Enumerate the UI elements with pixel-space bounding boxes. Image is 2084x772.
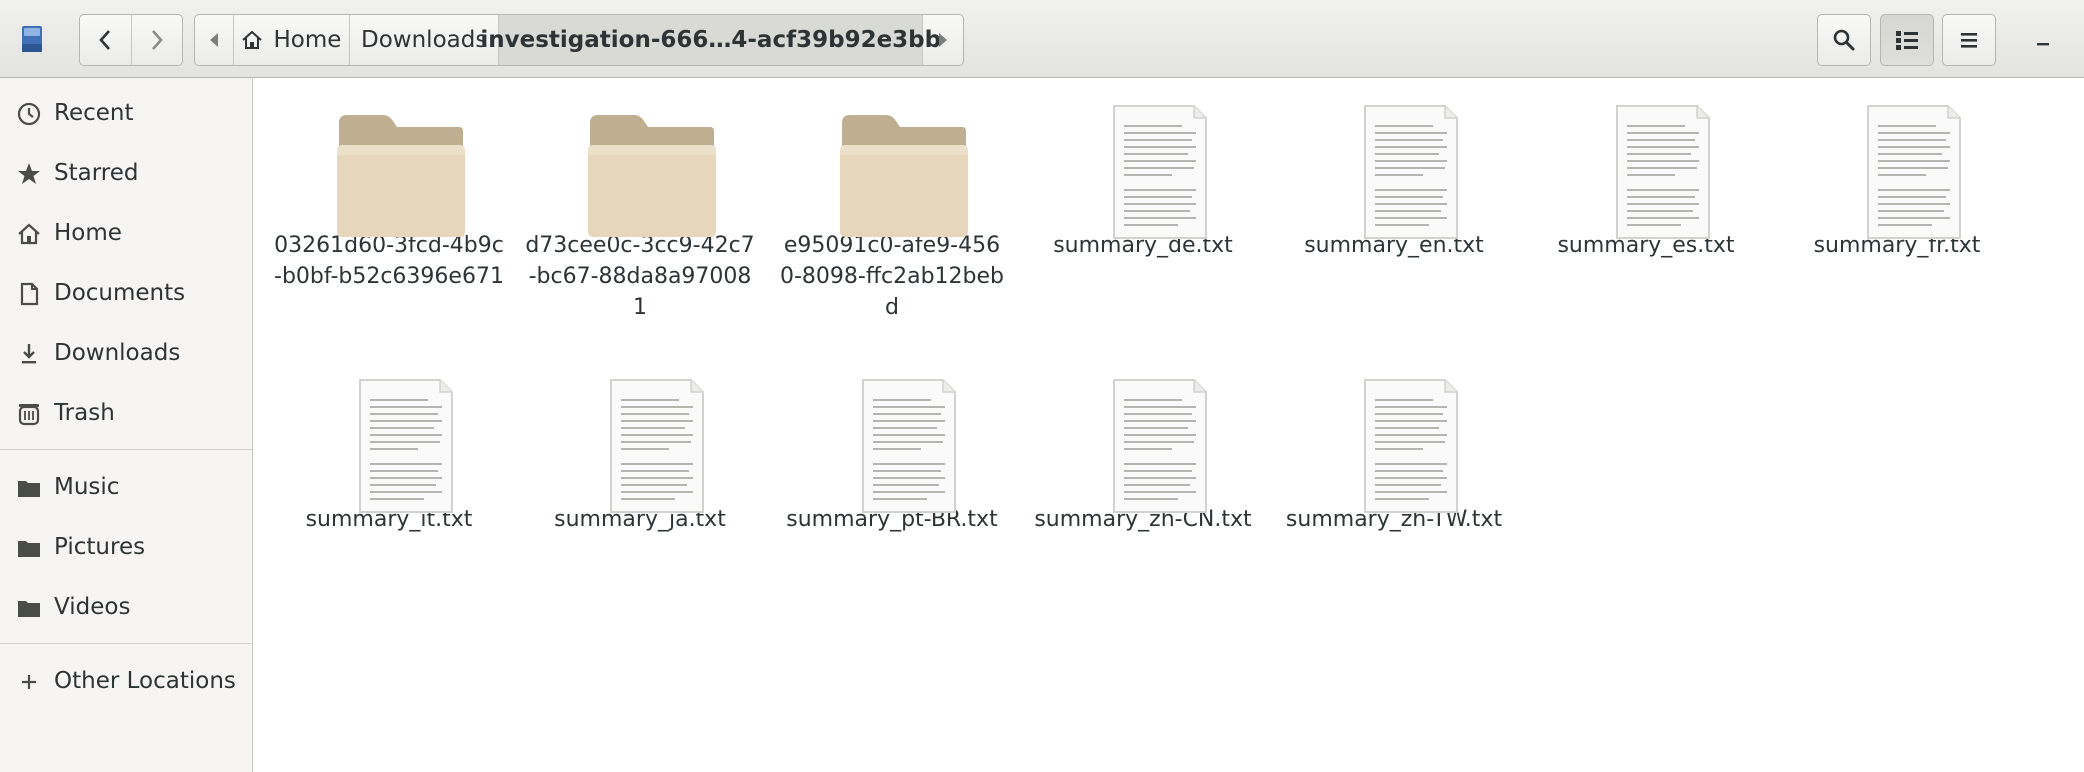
list-view-icon: [1896, 31, 1918, 50]
file-item-text[interactable]: summary_it.txt: [274, 352, 504, 535]
file-item-text[interactable]: summary_en.txt: [1279, 78, 1509, 261]
folder-icon: [18, 481, 40, 497]
text-file-icon: [862, 379, 956, 513]
breadcrumb-downloads[interactable]: Downloads: [350, 15, 500, 65]
text-file-icon: [1364, 379, 1458, 513]
arrow-left-icon: [209, 33, 218, 47]
path-bar: Home Downloads investigation-666…4-acf39…: [194, 14, 964, 66]
file-name: 03261d60-3fcd-4b9c-b0bf-b52c6396e671: [274, 233, 504, 289]
chevron-right-icon: [151, 30, 163, 50]
sidebar-item-trash[interactable]: Trash: [0, 388, 252, 438]
file-name: e95091c0-afe9-4560-8098-ffc2ab12bebd: [779, 233, 1005, 320]
hamburger-menu-icon: [1961, 33, 1977, 48]
file-item-text[interactable]: summary_ja.txt: [525, 352, 755, 535]
text-file-icon: [1616, 105, 1710, 239]
minimize-icon: [2037, 43, 2049, 46]
home-icon: [242, 30, 263, 49]
search-icon: [1833, 29, 1855, 51]
sidebar-divider: [0, 449, 252, 450]
minimize-button[interactable]: [2020, 14, 2066, 66]
text-file-icon: [1364, 105, 1458, 239]
file-item-text[interactable]: summary_fr.txt: [1782, 78, 2012, 261]
files-app-icon: [22, 26, 42, 52]
sidebar: Recent Starred Home Documents Downloads: [0, 78, 253, 772]
menu-button[interactable]: [1942, 14, 1996, 66]
text-file-icon: [610, 379, 704, 513]
text-file-icon: [1113, 379, 1207, 513]
sidebar-item-label: Pictures: [54, 534, 146, 560]
chevron-left-icon: [99, 30, 111, 50]
sidebar-item-label: Music: [54, 474, 120, 500]
sidebar-item-label: Trash: [54, 400, 115, 426]
sidebar-item-label: Downloads: [54, 340, 181, 366]
search-button[interactable]: [1817, 14, 1871, 66]
star-icon: [18, 163, 40, 184]
file-item-folder[interactable]: 03261d60-3fcd-4b9c-b0bf-b52c6396e671: [274, 78, 504, 292]
plus-icon: [22, 675, 36, 689]
sidebar-item-label: Starred: [54, 160, 139, 186]
arrow-right-icon: [939, 33, 948, 47]
file-item-text[interactable]: summary_de.txt: [1028, 78, 1258, 261]
folder-icon: [337, 115, 465, 237]
sidebar-item-downloads[interactable]: Downloads: [0, 328, 252, 378]
file-item-text[interactable]: summary_pt-BR.txt: [777, 352, 1007, 535]
sidebar-item-pictures[interactable]: Pictures: [0, 522, 252, 572]
sidebar-item-label: Home: [54, 220, 122, 246]
folder-icon: [18, 541, 40, 557]
clock-icon: [17, 102, 41, 126]
text-file-icon: [359, 379, 453, 513]
path-scroll-left-button[interactable]: [195, 15, 234, 65]
header-bar: Home Downloads investigation-666…4-acf39…: [0, 0, 2084, 78]
sidebar-item-home[interactable]: Home: [0, 208, 252, 258]
text-file-icon: [1867, 105, 1961, 239]
sidebar-item-label: Videos: [54, 594, 131, 620]
text-file-icon: [1113, 105, 1207, 239]
sidebar-item-videos[interactable]: Videos: [0, 582, 252, 632]
sidebar-item-starred[interactable]: Starred: [0, 148, 252, 198]
trash-icon: [18, 404, 40, 426]
breadcrumb-current[interactable]: investigation-666…4-acf39b92e3bb: [480, 15, 941, 65]
file-item-folder[interactable]: e95091c0-afe9-4560-8098-ffc2ab12bebd: [777, 78, 1007, 323]
file-item-text[interactable]: summary_zh-TW.txt: [1279, 352, 1509, 535]
breadcrumb-home-label: Home: [273, 27, 342, 53]
sidebar-item-label: Recent: [54, 100, 134, 126]
sidebar-divider: [0, 643, 252, 644]
folder-icon: [18, 601, 40, 617]
file-item-text[interactable]: summary_es.txt: [1531, 78, 1761, 261]
view-toggle-button[interactable]: [1880, 14, 1934, 66]
breadcrumb-current-label: investigation-666…4-acf39b92e3bb: [480, 27, 942, 53]
breadcrumb-downloads-label: Downloads: [361, 27, 488, 53]
sidebar-item-recent[interactable]: Recent: [0, 88, 252, 138]
path-scroll-right-button[interactable]: [923, 15, 963, 65]
file-item-text[interactable]: summary_zh-CN.txt: [1028, 352, 1258, 535]
download-icon: [22, 344, 36, 364]
back-button[interactable]: [80, 15, 131, 65]
document-icon: [20, 282, 39, 306]
sidebar-item-label: Documents: [54, 280, 186, 306]
sidebar-item-other-locations[interactable]: Other Locations: [0, 656, 252, 706]
file-grid: 03261d60-3fcd-4b9c-b0bf-b52c6396e671 d73…: [254, 78, 2084, 772]
folder-icon: [840, 115, 968, 237]
breadcrumb-home[interactable]: Home: [234, 15, 351, 65]
sidebar-item-music[interactable]: Music: [0, 462, 252, 512]
home-icon: [18, 223, 40, 245]
forward-button[interactable]: [130, 15, 183, 65]
history-nav: [79, 14, 183, 66]
file-item-folder[interactable]: d73cee0c-3cc9-42c7-bc67-88da8a970081: [525, 78, 755, 323]
folder-icon: [588, 115, 716, 237]
file-name: d73cee0c-3cc9-42c7-bc67-88da8a970081: [525, 233, 755, 320]
sidebar-item-documents[interactable]: Documents: [0, 268, 252, 318]
sidebar-item-label: Other Locations: [54, 668, 236, 694]
